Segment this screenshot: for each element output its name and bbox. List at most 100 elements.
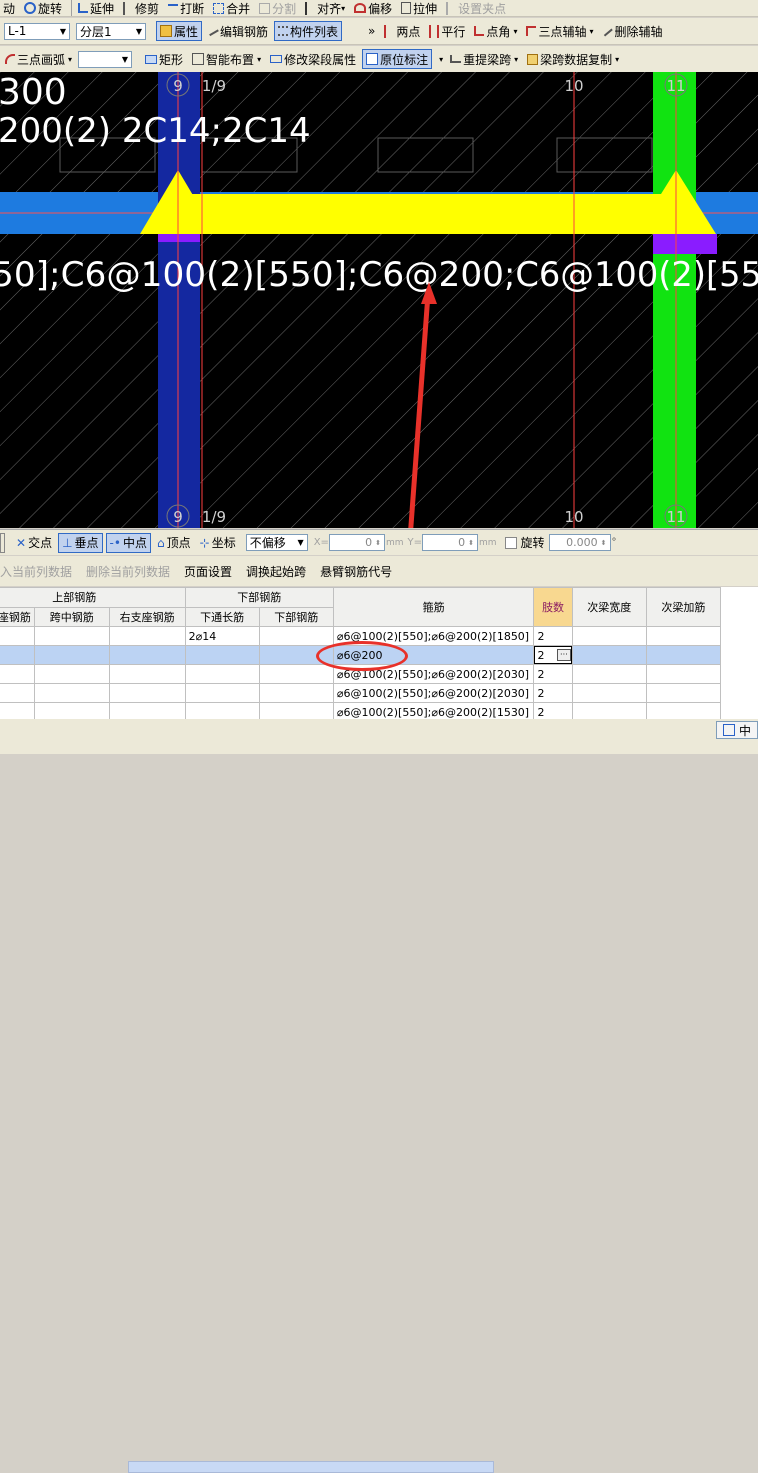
offset-mode-select[interactable]: 不偏移 ▼ (245, 534, 308, 551)
component-list-button[interactable]: 构件列表 (274, 21, 343, 41)
element-select[interactable]: L-1 ▼ (4, 22, 70, 40)
cell-legs[interactable]: 2 (533, 664, 573, 684)
stretch-label: 拉伸 (413, 1, 438, 16)
ime-indicator[interactable]: 中 (716, 721, 758, 739)
midpoint-label: 中点 (122, 536, 147, 550)
copy-beam-data-label: 梁跨数据复制 (540, 52, 613, 67)
swap-start-span-button[interactable]: 调换起始跨 (246, 563, 306, 580)
layer-select[interactable]: 分层1 ▼ (76, 22, 146, 40)
offset-label: 偏移 (368, 1, 393, 16)
cell-bottom-through[interactable] (184, 683, 260, 703)
stretch-button[interactable]: 拉伸 (398, 0, 440, 16)
rectangle-button[interactable]: 矩形 (142, 49, 186, 69)
split-button[interactable]: 分割 (256, 0, 299, 16)
coordinate-snap-button[interactable]: ⊹ 坐标 (197, 533, 239, 553)
align-label: 对齐 (317, 1, 342, 16)
re-extract-span-button[interactable]: 重提梁跨 ▾ (447, 49, 521, 69)
axis-label: 1/9 (202, 508, 226, 526)
x-coordinate-input[interactable]: 0 ⬍ (328, 534, 385, 551)
stretch-icon (401, 2, 412, 14)
copy-beam-data-button[interactable]: 梁跨数据复制 ▾ (524, 49, 622, 69)
extend-label: 延伸 (90, 1, 115, 16)
extend-button[interactable]: 延伸 (75, 0, 117, 16)
align-button[interactable]: 对齐 ▾ (302, 0, 348, 16)
perpendicular-snap-button[interactable]: ⊥ 垂点 (58, 532, 103, 553)
parallel-button[interactable]: 平行 (426, 21, 468, 41)
vertex-label: 顶点 (166, 536, 191, 550)
merge-button[interactable]: 合并 (210, 0, 253, 16)
coordinate-icon: ⊹ (199, 535, 210, 550)
y-coordinate-input[interactable]: 0 ⬍ (421, 534, 478, 551)
cell-stirrup[interactable]: ⌀6@100(2)[550];⌀6@200(2)[1530] (332, 702, 535, 719)
more-tools-button[interactable]: » (365, 21, 378, 41)
header-bottom-rebar: 下部钢筋 (258, 606, 334, 627)
column-11 (653, 72, 696, 528)
in-situ-label-button[interactable]: 原位标注 (362, 49, 433, 69)
edit-rebar-button[interactable]: 编辑钢筋 (205, 21, 271, 41)
insert-column-button[interactable]: 入当前列数据 (0, 563, 72, 580)
rotate-icon (24, 2, 37, 14)
component-list-label: 构件列表 (290, 24, 339, 39)
cell-stirrup[interactable]: ⌀6@200 (315, 641, 535, 671)
two-point-button[interactable]: 两点 (381, 21, 423, 41)
header-bottom-through: 下通长筋 (184, 606, 260, 627)
intersection-icon: ✕ (16, 535, 27, 550)
intersection-snap-button[interactable]: ✕ 交点 (13, 533, 55, 553)
in-situ-table: 上部钢筋 下部钢筋 箍筋 肢数 次梁宽度 次梁加筋 座钢筋 跨中钢筋 右支座钢筋… (0, 587, 758, 719)
offset-icon (354, 3, 367, 13)
header-mid-span: 跨中钢筋 (33, 606, 110, 627)
vertex-snap-button[interactable]: ⌂ 顶点 (154, 533, 194, 553)
cell-legs[interactable]: 2 (533, 683, 573, 703)
pencil-icon (207, 25, 219, 37)
y-value: 0 (458, 536, 466, 549)
y-label: Y= (407, 537, 422, 548)
component-toolbar: L-1 ▼ 分层1 ▼ 属性 编辑钢筋 构件列表 » 两点 平行 点角 ▾ 三点辅轴 ▾… (0, 18, 758, 45)
ime-label: 中 (739, 723, 752, 738)
rotate-button[interactable]: 旋转 (21, 0, 65, 16)
ellipsis-button[interactable]: ··· (557, 649, 571, 661)
cell-legs[interactable]: 2 (533, 702, 573, 719)
cell-bottom-through[interactable] (184, 702, 260, 719)
break-label: 打断 (180, 1, 205, 16)
smart-layout-button[interactable]: 智能布置 ▾ (189, 49, 264, 69)
horizontal-scrollbar[interactable] (128, 1461, 494, 1473)
cell-legs-editing[interactable]: 2 ··· (533, 645, 573, 665)
cell-stirrup[interactable]: ⌀6@100(2)[550];⌀6@200(2)[2030] (332, 683, 535, 703)
edit-rebar-label: 编辑钢筋 (220, 24, 269, 39)
delete-column-button[interactable]: 删除当前列数据 (86, 563, 170, 580)
modify-span-props-button[interactable]: 修改梁段属性 (267, 49, 359, 69)
cell-bottom-through[interactable]: 2⌀14 (184, 626, 260, 646)
cell-bottom-through[interactable] (184, 645, 260, 665)
chevron-down-icon[interactable]: ▾ (439, 55, 443, 64)
page-setup-button[interactable]: 页面设置 (184, 563, 232, 580)
table-row[interactable]: ⌀6@100(2)[550];⌀6@200(2)[1530] 2 (0, 702, 722, 719)
cantilever-code-button[interactable]: 悬臂钢筋代号 (320, 563, 392, 580)
modify-icon (270, 55, 283, 63)
set-grip-button[interactable]: 设置夹点 (443, 0, 509, 16)
point-angle-button[interactable]: 点角 ▾ (471, 21, 520, 41)
rotate-angle-input[interactable]: 0.000 ⬍ (548, 534, 611, 551)
table-row[interactable]: ⌀6@100(2)[550];⌀6@200(2)[2030] 2 (0, 683, 722, 703)
arc-mode-select[interactable]: ▼ (78, 50, 133, 68)
axis-label: 9 (173, 508, 183, 526)
table-row-selected[interactable]: ⌀6@200 2 ··· (0, 641, 722, 671)
offset-button[interactable]: 偏移 (351, 0, 395, 16)
trim-button[interactable]: 修剪 (120, 0, 162, 16)
break-button[interactable]: 打断 (165, 0, 207, 16)
delete-aux-button[interactable]: 删除辅轴 (599, 21, 665, 41)
header-stirrup: 箍筋 (332, 587, 535, 627)
rectangle-label: 矩形 (159, 52, 184, 67)
properties-button[interactable]: 属性 (156, 21, 203, 41)
move-button[interactable]: 动 (0, 0, 18, 16)
midpoint-snap-button[interactable]: -• 中点 (105, 532, 151, 553)
three-point-arc-button[interactable]: 三点画弧 ▾ (2, 49, 75, 69)
drawing-canvas[interactable]: 9 1/9 10 11 9 1/9 10 11 300 200(2) 2C14;… (0, 72, 758, 528)
y-unit: mm (478, 537, 497, 548)
split-label: 分割 (272, 1, 297, 16)
cell-bottom-through[interactable] (184, 664, 260, 684)
three-point-aux-label: 三点辅轴 (538, 24, 587, 39)
two-point-icon (384, 24, 394, 38)
three-point-aux-button[interactable]: 三点辅轴 ▾ (523, 21, 596, 41)
rotate-checkbox[interactable] (504, 536, 517, 549)
cell-legs[interactable]: 2 (533, 626, 573, 646)
